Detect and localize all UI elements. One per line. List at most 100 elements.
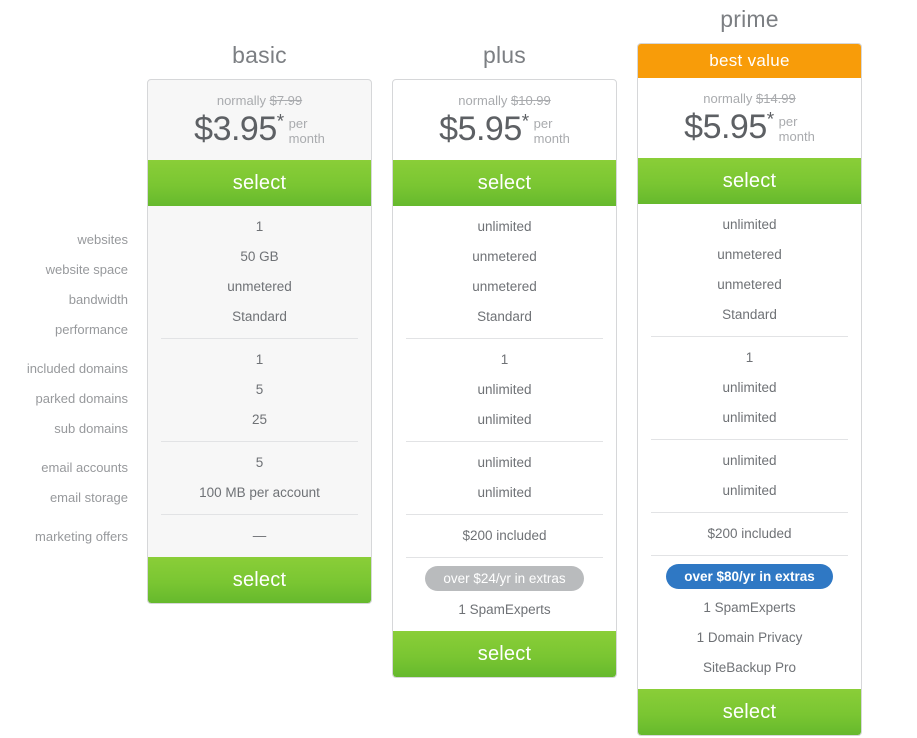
feature-value-bandwidth-prime: unmetered — [717, 277, 782, 292]
features-plus: unlimited unmetered unmetered Standard 1… — [393, 206, 616, 631]
feature-group-domains-prime: 1 unlimited unlimited — [651, 336, 848, 439]
normally-price-plus: normally $10.99 — [393, 93, 616, 109]
feature-value-performance-basic: Standard — [232, 309, 287, 324]
price-asterisk: * — [276, 111, 284, 133]
month-text: month — [288, 131, 325, 146]
pricing-table: websites website space bandwidth perform… — [0, 0, 917, 738]
old-price-value: $10.99 — [510, 93, 551, 108]
feature-label-bandwidth: bandwidth — [68, 292, 128, 307]
plan-title-prime: prime — [720, 6, 779, 32]
price-value: $5.95 — [684, 108, 767, 146]
feature-value-included-domains-basic: 1 — [255, 352, 264, 367]
extras-pill-row-prime: over $80/yr in extras — [651, 562, 848, 592]
feature-value-parked-domains-plus: unlimited — [477, 382, 532, 397]
select-button-basic-bottom[interactable]: select — [148, 557, 371, 603]
feature-group-extras-plus: over $24/yr in extras 1 SpamExperts — [406, 557, 603, 631]
price-asterisk: * — [766, 109, 774, 131]
feature-value-performance-prime: Standard — [722, 307, 777, 322]
feature-value-parked-domains-basic: 5 — [255, 382, 264, 397]
feature-group-email-basic: 5 100 MB per account — [161, 441, 358, 514]
price-block-basic: normally $7.99 $3.95* per month — [148, 80, 371, 160]
feature-value-website-space-plus: unmetered — [472, 249, 537, 264]
extras-item-plus-0: 1 SpamExperts — [458, 602, 551, 617]
feature-value-email-storage-basic: 100 MB per account — [199, 485, 320, 500]
feature-label-performance: performance — [55, 322, 128, 337]
select-button-prime-top[interactable]: select — [638, 158, 861, 204]
plan-card-body-plus: normally $10.99 $5.95* per month select … — [392, 79, 617, 678]
feature-value-email-storage-prime: unlimited — [722, 483, 777, 498]
feature-value-websites-plus: unlimited — [477, 219, 532, 234]
feature-value-sub-domains-plus: unlimited — [477, 412, 532, 427]
price-asterisk: * — [521, 111, 529, 133]
select-button-plus-top[interactable]: select — [393, 160, 616, 206]
plan-card-plus: plus normally $10.99 $5.95* per month se… — [392, 44, 617, 678]
normally-prefix: normally — [216, 93, 266, 108]
price-block-prime: normally $14.99 $5.95* per month — [638, 78, 861, 158]
feature-value-email-accounts-basic: 5 — [255, 455, 264, 470]
feature-value-performance-plus: Standard — [477, 309, 532, 324]
select-button-prime-bottom[interactable]: select — [638, 689, 861, 735]
feature-group-hosting-prime: unlimited unmetered unmetered Standard — [638, 204, 861, 336]
extras-pill-plus[interactable]: over $24/yr in extras — [425, 566, 584, 591]
feature-group-domains-basic: 1 5 25 — [161, 338, 358, 441]
plan-card-prime: prime best value normally $14.99 $5.95* … — [637, 8, 862, 736]
feature-label-email-storage: email storage — [49, 490, 128, 505]
feature-value-email-accounts-plus: unlimited — [477, 455, 532, 470]
feature-value-bandwidth-plus: unmetered — [472, 279, 537, 294]
price-amount-prime: $5.95* — [684, 108, 774, 146]
feature-group-hosting-plus: unlimited unmetered unmetered Standard — [393, 206, 616, 338]
feature-value-included-domains-plus: 1 — [500, 352, 509, 367]
feature-label-parked-domains: parked domains — [35, 391, 129, 406]
month-text: month — [533, 131, 570, 146]
normally-prefix: normally — [458, 93, 508, 108]
feature-group-domains-plus: 1 unlimited unlimited — [406, 338, 603, 441]
feature-value-marketing-offers-plus: $200 included — [462, 528, 547, 543]
feature-value-email-storage-plus: unlimited — [477, 485, 532, 500]
price-amount-basic: $3.95* — [194, 110, 284, 148]
feature-label-included-domains: included domains — [26, 361, 128, 376]
normally-price-basic: normally $7.99 — [148, 93, 371, 109]
extras-item-prime-0: 1 SpamExperts — [703, 600, 796, 615]
feature-value-email-accounts-prime: unlimited — [722, 453, 777, 468]
month-text: month — [778, 129, 815, 144]
per-month-prime: per month — [779, 114, 815, 144]
feature-label-sub-domains: sub domains — [54, 421, 128, 436]
feature-value-website-space-basic: 50 GB — [240, 249, 279, 264]
feature-group-marketing-basic: — — [161, 514, 358, 557]
feature-label-email-accounts: email accounts — [41, 460, 128, 475]
old-price-value: $7.99 — [269, 93, 303, 108]
price-line-prime: $5.95* per month — [638, 108, 861, 146]
select-button-basic-top[interactable]: select — [148, 160, 371, 206]
feature-group-email-prime: unlimited unlimited — [651, 439, 848, 512]
price-value: $5.95 — [439, 110, 522, 148]
feature-labels-column: websites website space bandwidth perform… — [0, 225, 128, 552]
feature-value-websites-prime: unlimited — [722, 217, 777, 232]
price-block-plus: normally $10.99 $5.95* per month — [393, 80, 616, 160]
price-line-plus: $5.95* per month — [393, 110, 616, 148]
best-value-ribbon: best value — [638, 44, 861, 78]
per-text: per — [288, 116, 308, 131]
feature-label-websites: websites — [77, 232, 128, 247]
feature-group-extras-prime: over $80/yr in extras 1 SpamExperts 1 Do… — [651, 555, 848, 689]
plan-card-body-prime: best value normally $14.99 $5.95* per mo… — [637, 43, 862, 736]
features-basic: 1 50 GB unmetered Standard 1 5 25 5 100 … — [148, 206, 371, 557]
feature-group-marketing-plus: $200 included — [406, 514, 603, 557]
per-month-plus: per month — [534, 116, 570, 146]
select-button-plus-bottom[interactable]: select — [393, 631, 616, 677]
feature-value-bandwidth-basic: unmetered — [227, 279, 292, 294]
feature-label-website-space: website space — [45, 262, 128, 277]
per-month-basic: per month — [289, 116, 325, 146]
feature-group-email-plus: unlimited unlimited — [406, 441, 603, 514]
plan-card-basic: basic normally $7.99 $3.95* per month se… — [147, 44, 372, 604]
feature-value-marketing-offers-basic: — — [252, 528, 267, 543]
feature-value-websites-basic: 1 — [255, 219, 264, 234]
price-amount-plus: $5.95* — [439, 110, 529, 148]
per-text: per — [778, 114, 798, 129]
feature-label-marketing-offers: marketing offers — [35, 529, 128, 544]
plan-title-basic: basic — [232, 42, 287, 68]
old-price-value: $14.99 — [755, 91, 796, 106]
extras-pill-prime[interactable]: over $80/yr in extras — [666, 564, 833, 589]
feature-value-sub-domains-prime: unlimited — [722, 410, 777, 425]
feature-value-included-domains-prime: 1 — [745, 350, 754, 365]
plan-card-body-basic: normally $7.99 $3.95* per month select 1… — [147, 79, 372, 604]
